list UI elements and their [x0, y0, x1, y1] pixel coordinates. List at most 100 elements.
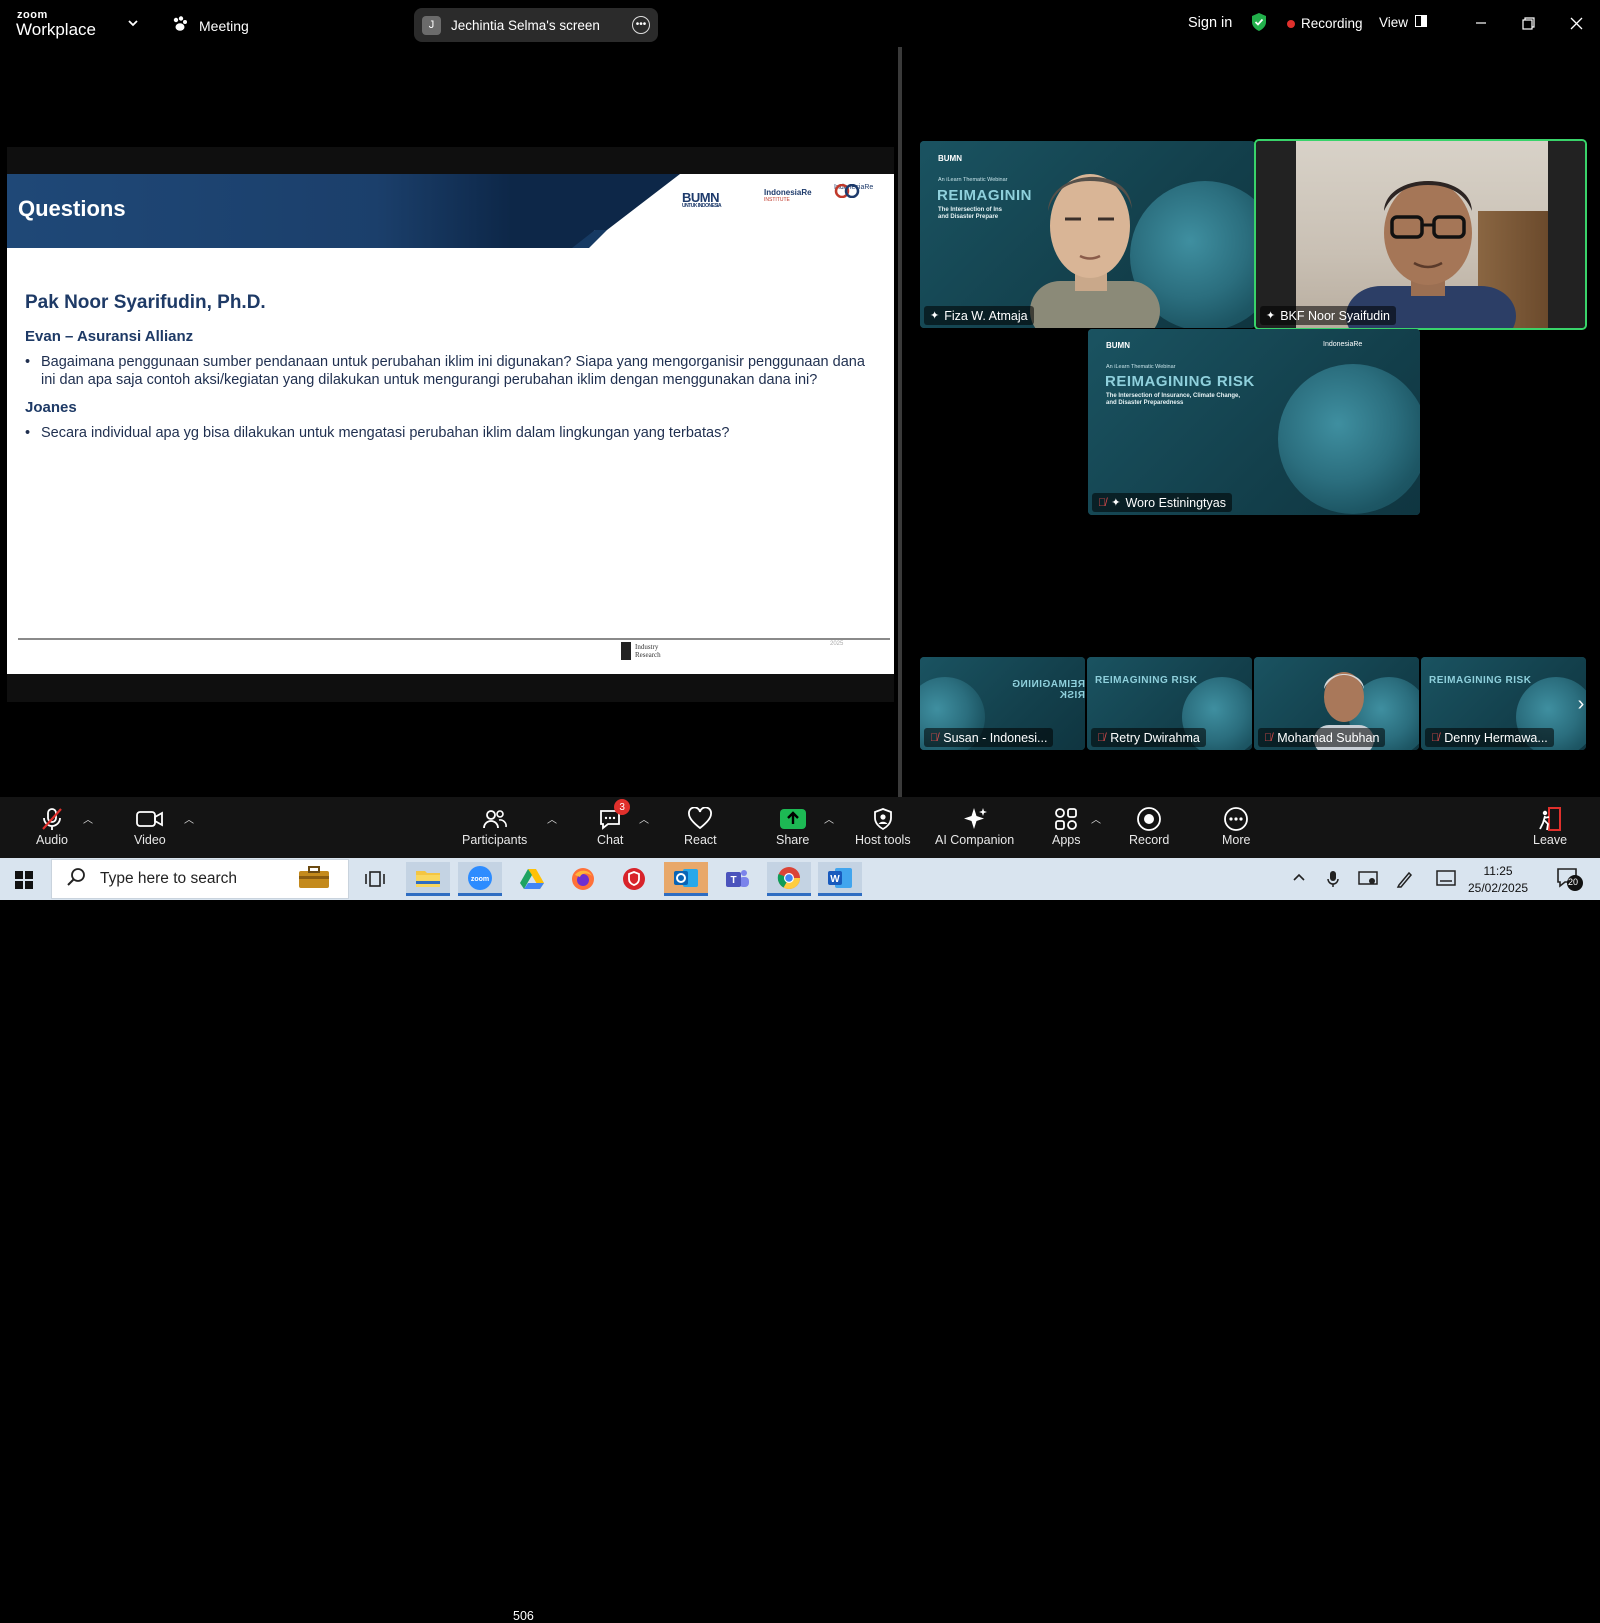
video-tile[interactable]: BUMN IndonesiaRe An iLearn Thematic Webi…	[1088, 329, 1420, 515]
meeting-label: Meeting	[199, 17, 249, 34]
more-options-icon[interactable]: •••	[632, 16, 650, 34]
screen-share-indicator[interactable]: J Jechintia Selma's screen •••	[414, 8, 658, 42]
record-button[interactable]: Record	[1129, 805, 1169, 847]
host-tools-button[interactable]: Host tools	[855, 805, 911, 847]
taskbar-clock[interactable]: 11:25 25/02/2025	[1468, 863, 1528, 897]
sharer-avatar: J	[422, 15, 441, 35]
question-asker: Evan – Asuransi Allianz	[25, 328, 194, 345]
react-button[interactable]: React	[684, 805, 717, 847]
presentation-slide: Questions BUMN UNTUK INDONESIA Indonesia…	[7, 174, 894, 674]
pin-icon: ✦	[1111, 497, 1121, 509]
chevron-up-icon[interactable]	[1292, 870, 1306, 889]
video-button[interactable]: Video	[134, 805, 166, 847]
recording-dot-icon	[1287, 19, 1295, 28]
strip-video-tile[interactable]: 🎙̸ Mohamad Subhan	[1254, 657, 1419, 750]
participants-button[interactable]: Participants	[462, 805, 527, 847]
microphone-icon[interactable]	[1327, 870, 1339, 893]
slide-heading: Questions	[18, 196, 126, 221]
question-text: Bagaimana penggunaan sumber pendanaan un…	[25, 353, 875, 389]
svg-text:T: T	[730, 875, 736, 886]
shield-icon	[872, 805, 894, 833]
search-icon	[66, 867, 86, 892]
slide-body: Pak Noor Syarifudin, Ph.D. Evan – Asuran…	[25, 292, 875, 442]
video-tile[interactable]: BUMN An iLearn Thematic Webinar REIMAGIN…	[920, 141, 1255, 328]
audio-button[interactable]: Audio	[36, 805, 68, 847]
meeting-paw-icon	[171, 15, 189, 36]
slide-header-band: Questions BUMN UNTUK INDONESIA Indonesia…	[7, 174, 894, 252]
apps-button[interactable]: Apps	[1052, 805, 1081, 847]
meeting-menu[interactable]: Meeting	[171, 15, 249, 36]
chevron-up-icon[interactable]: ︿	[639, 811, 649, 826]
chevron-down-icon[interactable]	[126, 16, 140, 30]
strip-video-tile[interactable]: REIMAGINING RISK 🎙̸ Retry Dwirahma	[1087, 657, 1252, 750]
google-drive-icon[interactable]	[510, 862, 554, 896]
chevron-up-icon[interactable]: ︿	[83, 811, 93, 826]
view-menu[interactable]: View	[1379, 15, 1428, 30]
teams-icon[interactable]: T	[715, 862, 759, 896]
bumn-logo: BUMN UNTUK INDONESIA	[682, 190, 722, 209]
security-app-icon[interactable]	[612, 862, 656, 896]
strip-video-tile[interactable]: REIMAGINING RISK 🎙̸ Susan - Indonesi...	[920, 657, 1085, 750]
recording-indicator[interactable]: Recording	[1287, 16, 1363, 31]
participant-name-tag: 🎙̸ ✦ Woro Estiningtyas	[1092, 493, 1232, 512]
sign-in-link[interactable]: Sign in	[1188, 15, 1232, 31]
chevron-up-icon[interactable]: ︿	[824, 811, 834, 826]
industry-research-mark-icon	[621, 642, 631, 660]
task-view-icon[interactable]	[353, 862, 397, 896]
share-button[interactable]: Share	[776, 805, 809, 847]
chevron-up-icon[interactable]: ︿	[184, 811, 194, 826]
leave-button[interactable]: Leave	[1533, 805, 1567, 847]
chat-button[interactable]: 3 Chat	[597, 799, 631, 847]
share-label: Jechintia Selma's screen	[451, 17, 600, 33]
meeting-toolbar: Audio ︿ Video ︿ Participants 506 ︿ 3 Cha…	[0, 797, 1600, 1623]
question-asker: Joanes	[25, 399, 77, 416]
webinar-subtitle: The Intersection of Insurance, Climate C…	[1106, 393, 1241, 406]
briefcase-icon	[298, 865, 330, 894]
webinar-title-mirrored: REIMAGINING RISK	[1011, 679, 1085, 701]
svg-text:zoom: zoom	[471, 876, 489, 883]
indonesiare-logo: IndonesiaRe	[834, 184, 873, 198]
webinar-title: REIMAGINING RISK	[1095, 675, 1198, 686]
taskbar-search-box[interactable]: Type here to search	[51, 859, 349, 899]
word-icon[interactable]: W	[818, 862, 862, 896]
chevron-right-icon[interactable]: ›	[1571, 692, 1591, 716]
close-icon[interactable]	[1563, 10, 1589, 36]
minimize-icon[interactable]	[1468, 10, 1494, 36]
view-label: View	[1379, 15, 1409, 30]
sparkle-icon	[962, 805, 988, 833]
zoom-app-icon[interactable]: zoom	[458, 862, 502, 896]
security-shield-icon[interactable]	[1250, 12, 1268, 37]
restore-icon[interactable]	[1515, 10, 1541, 36]
active-speaker-highlight	[1254, 139, 1587, 330]
mic-muted-icon	[39, 805, 65, 833]
windows-start-icon[interactable]	[14, 870, 34, 895]
file-explorer-icon[interactable]	[406, 862, 450, 896]
heart-icon	[687, 805, 713, 833]
chrome-icon[interactable]	[767, 862, 811, 896]
speaker-name: Pak Noor Syarifudin, Ph.D.	[25, 292, 266, 313]
webinar-caption: An iLearn Thematic Webinar	[938, 177, 1008, 183]
mic-muted-icon: 🎙̸	[1431, 731, 1440, 744]
indonesiare-logo: IndonesiaRe	[1323, 341, 1363, 348]
notification-icon[interactable]: 20	[1556, 866, 1584, 897]
strip-video-tile[interactable]: REIMAGINING RISK 🎙̸ Denny Hermawa...	[1421, 657, 1586, 750]
view-layout-icon	[1415, 15, 1428, 30]
more-button[interactable]: More	[1222, 805, 1250, 847]
firefox-icon[interactable]	[561, 862, 605, 896]
webinar-subtitle: The Intersection of Ins and Disaster Prep…	[938, 207, 1003, 220]
split-view-divider[interactable]	[898, 47, 902, 797]
outlook-icon[interactable]	[664, 862, 708, 896]
participant-video	[1030, 174, 1160, 328]
chevron-up-icon[interactable]: ︿	[547, 811, 557, 826]
mic-muted-icon: 🎙̸	[1097, 731, 1106, 744]
ai-companion-button[interactable]: AI Companion	[935, 805, 1014, 847]
participant-name-tag: 🎙̸ Susan - Indonesi...	[924, 728, 1054, 747]
webinar-caption: An iLearn Thematic Webinar	[1106, 364, 1176, 370]
recording-label: Recording	[1301, 16, 1363, 31]
indonesiare-institute-logo: IndonesiaRe INSTITUTE	[764, 188, 812, 203]
chevron-up-icon[interactable]: ︿	[1091, 811, 1101, 826]
pen-icon[interactable]	[1396, 870, 1414, 893]
screen-share-tray-icon[interactable]	[1358, 870, 1378, 893]
share-screen-icon	[779, 805, 807, 833]
keyboard-icon[interactable]	[1436, 870, 1456, 891]
